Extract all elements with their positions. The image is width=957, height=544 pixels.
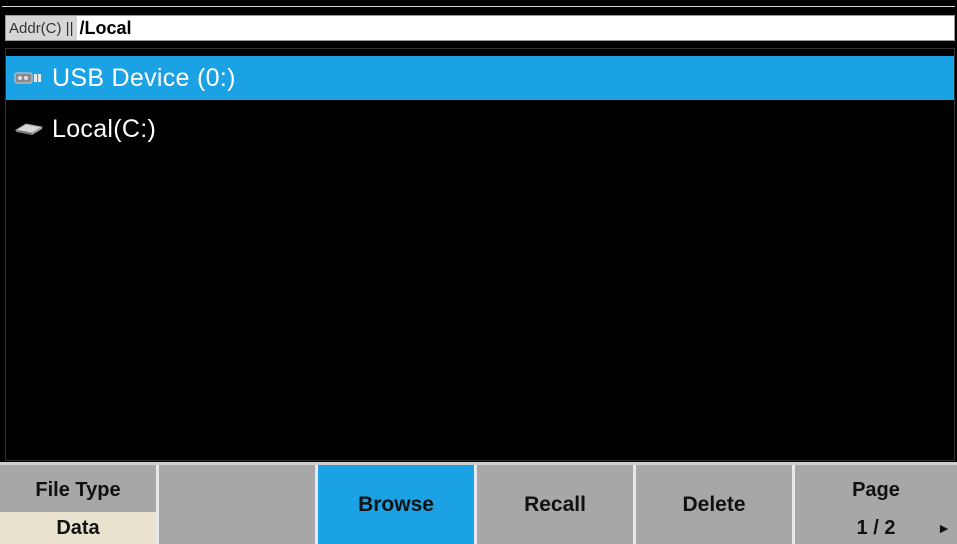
list-item-label: USB Device (0:)	[52, 63, 236, 92]
disk-drive-icon	[6, 107, 52, 151]
delete-button[interactable]: Delete	[636, 465, 795, 544]
arrow-right-icon: ►	[937, 520, 951, 536]
file-type-value: Data	[0, 512, 156, 544]
file-type-label: File Type	[35, 479, 121, 501]
top-bar: Addr(C) || /Local	[0, 0, 957, 44]
browse-button[interactable]: Browse	[318, 465, 477, 544]
blank-softkey-label	[159, 465, 315, 544]
page-value: 1 / 2	[856, 516, 896, 539]
blank-softkey[interactable]	[159, 465, 318, 544]
address-path: /Local	[79, 17, 132, 38]
page-label: Page	[852, 479, 900, 501]
list-item-local-disk[interactable]: Local(C:)	[6, 107, 954, 151]
recall-button[interactable]: Recall	[477, 465, 636, 544]
page-softkey[interactable]: Page 1 / 2 ►	[795, 465, 957, 544]
softkey-bar: File Type Data Browse Recall Delete Page…	[0, 465, 957, 544]
recall-label: Recall	[524, 492, 586, 516]
browse-label: Browse	[358, 492, 434, 516]
address-bar: Addr(C) || /Local	[5, 15, 955, 41]
divider	[2, 6, 955, 7]
delete-label: Delete	[682, 492, 746, 516]
file-type-softkey[interactable]: File Type Data	[0, 465, 159, 544]
file-browser-pane: USB Device (0:) Local(C:)	[5, 48, 955, 461]
address-prefix: Addr(C) ||	[6, 16, 78, 40]
list-item-usb-device[interactable]: USB Device (0:)	[6, 56, 954, 100]
usb-drive-icon	[6, 56, 52, 100]
list-item-label: Local(C:)	[52, 114, 157, 143]
